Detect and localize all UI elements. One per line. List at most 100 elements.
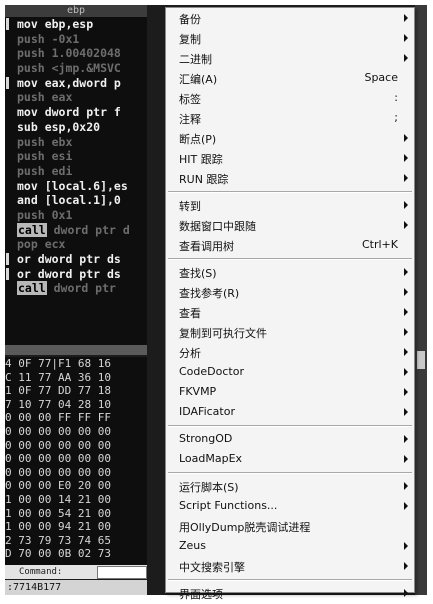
hex-dump-pane[interactable]: 4 0F 77|F1 68 16 C 11 77 AA 36 10 1 0F 77 …	[5, 357, 147, 565]
disassembly-line[interactable]: or dword ptr ds	[5, 267, 147, 282]
hex-dump-row[interactable]: 0 00 00 00 00 00	[5, 452, 147, 466]
hex-dump-row[interactable]: 1 0F 77 DD 77 18	[5, 384, 147, 398]
menu-item[interactable]: 运行脚本(S)	[166, 477, 414, 497]
menu-item[interactable]: 二进制	[166, 49, 414, 69]
disassembly-pane[interactable]: ebp mov ebp,esp push -0x1 push 1.00402048 p…	[5, 5, 147, 345]
disassembly-text: and [local.1],0	[17, 193, 121, 208]
menu-item-label: 分析	[179, 347, 201, 360]
jump-marker-icon	[6, 267, 9, 280]
menu-item[interactable]: 中文搜索引擎	[166, 557, 414, 577]
menu-item-label: HIT 跟踪	[179, 153, 223, 166]
pane-divider[interactable]	[5, 345, 147, 355]
submenu-arrow-icon	[404, 54, 408, 62]
disassembly-line[interactable]: call dword ptr	[5, 281, 147, 296]
menu-item[interactable]: 复制到可执行文件	[166, 323, 414, 343]
submenu-arrow-icon	[404, 455, 408, 463]
submenu-arrow-icon	[404, 502, 408, 510]
disassembly-line[interactable]: call dword ptr d	[5, 222, 147, 238]
menu-item[interactable]: 注释;	[166, 109, 414, 129]
hex-dump-row[interactable]: 1 00 00 94 21 00	[5, 520, 147, 534]
menu-item[interactable]: 转到	[166, 196, 414, 216]
menu-item[interactable]: 查看调用树 Ctrl+K	[166, 236, 414, 256]
hex-dump-row[interactable]: 7 10 77 04 28 10	[5, 398, 147, 412]
menu-item[interactable]: 汇编(A) Space	[166, 69, 414, 89]
hex-dump-row[interactable]: D 70 00 0B 02 73	[5, 547, 147, 561]
disassembly-text: push 0x1	[17, 207, 73, 222]
menu-item-label: CodeDoctor	[179, 365, 244, 378]
menu-item-label: 查找(S)	[179, 267, 217, 280]
menu-item[interactable]: FKVMP	[166, 383, 414, 403]
menu-item[interactable]: 数据窗口中跟随	[166, 216, 414, 236]
scrollbar-thumb[interactable]	[417, 351, 425, 369]
disassembly-line[interactable]: or dword ptr ds	[5, 252, 147, 267]
hex-dump-row[interactable]: 2 73 79 73 74 65	[5, 534, 147, 548]
menu-item-label: 中文搜索引擎	[179, 561, 245, 574]
menu-item[interactable]: 查看	[166, 303, 414, 323]
menu-item[interactable]: HIT 跟踪	[166, 149, 414, 169]
submenu-arrow-icon	[404, 134, 408, 142]
disassembly-line[interactable]: and [local.1],0	[5, 193, 147, 208]
menu-item-label: 断点(P)	[179, 133, 217, 146]
hex-dump-row[interactable]: 1 00 00 14 21 00	[5, 493, 147, 507]
menu-item[interactable]: 查找参考(R)	[166, 283, 414, 303]
hex-dump-row[interactable]: 0 00 00 00 00 00	[5, 425, 147, 439]
menu-item[interactable]: 用OllyDump脱壳调试进程	[166, 517, 414, 537]
menu-item[interactable]: 分析	[166, 343, 414, 363]
menu-item[interactable]: 备份	[166, 9, 414, 29]
hex-dump-row[interactable]: 0 00 00 E0 20 00	[5, 479, 147, 493]
menu-item[interactable]: 查找(S)	[166, 263, 414, 283]
instruction-highlight: call	[17, 281, 47, 296]
disassembly-line[interactable]: push eax	[5, 90, 147, 105]
menu-item[interactable]: 界面选项	[166, 584, 414, 604]
submenu-arrow-icon	[404, 268, 408, 276]
hex-dump-row[interactable]: C 11 77 AA 36 10	[5, 371, 147, 385]
menu-item-shortcut: Space	[364, 71, 398, 84]
submenu-arrow-icon	[404, 154, 408, 162]
disassembly-line[interactable]: push edi	[5, 164, 147, 179]
menu-item[interactable]: 断点(P)	[166, 129, 414, 149]
disassembly-line[interactable]: push esi	[5, 149, 147, 164]
disassembly-text: pop ecx	[17, 237, 66, 252]
menu-item[interactable]: RUN 跟踪	[166, 169, 414, 189]
disassembly-line[interactable]: mov dword ptr f	[5, 105, 147, 120]
disassembly-line[interactable]: push 1.00402048	[5, 46, 147, 61]
disassembly-line[interactable]: mov ebp,esp	[5, 17, 147, 32]
disassembly-text: dword ptr d	[46, 222, 130, 237]
disassembly-text: push 1.00402048	[17, 46, 121, 61]
menu-item[interactable]: LoadMapEx	[166, 450, 414, 470]
menu-item-label: 查找参考(R)	[179, 287, 240, 300]
menu-item[interactable]: 标签:	[166, 89, 414, 109]
hex-dump-row[interactable]: 0 00 00 00 00 00	[5, 439, 147, 453]
menu-item-label: 转到	[179, 200, 201, 213]
menu-item-label: 数据窗口中跟随	[179, 220, 256, 233]
submenu-arrow-icon	[404, 435, 408, 443]
menu-item[interactable]: Script Functions...	[166, 497, 414, 517]
menu-item[interactable]: Zeus	[166, 537, 414, 557]
menu-item[interactable]: CodeDoctor	[166, 363, 414, 383]
disassembly-text: push edi	[17, 163, 73, 178]
vertical-scrollbar[interactable]	[415, 5, 427, 595]
disassembly-line[interactable]: mov [local.6],es	[5, 179, 147, 194]
menu-item[interactable]: IDAFicator	[166, 403, 414, 423]
disassembly-line[interactable]: push -0x1	[5, 32, 147, 47]
disassembly-line[interactable]: pop ecx	[5, 237, 147, 252]
submenu-arrow-icon	[404, 542, 408, 550]
menu-item[interactable]: 复制	[166, 29, 414, 49]
context-menu: 备份复制 二进制 汇编(A) Space 标签: 注释; 断点(P) HIT 跟踪 RUN 跟踪…	[165, 7, 415, 601]
hex-dump-row[interactable]: 4 0F 77|F1 68 16	[5, 357, 147, 371]
disassembly-line[interactable]: push <jmp.&MSVC	[5, 61, 147, 76]
jump-marker-icon	[6, 76, 9, 89]
hex-dump-row[interactable]: 0 00 00 FF FF FF	[5, 411, 147, 425]
disassembly-line[interactable]: mov eax,dword p	[5, 76, 147, 91]
disassembly-text: or dword ptr ds	[17, 252, 121, 266]
disassembly-line[interactable]: push ebx	[5, 135, 147, 150]
disassembly-text: push esi	[17, 149, 73, 164]
menu-item[interactable]: StrongOD	[166, 430, 414, 450]
hex-dump-row[interactable]: 0 00 00 00 00 00	[5, 466, 147, 480]
command-input[interactable]	[97, 566, 147, 579]
hex-dump-row[interactable]: 1 00 00 54 21 00	[5, 507, 147, 521]
disassembly-text: push -0x1	[17, 31, 80, 46]
disassembly-line[interactable]: sub esp,0x20	[5, 120, 147, 135]
menu-item-label: 备份	[179, 13, 201, 26]
disassembly-line[interactable]: push 0x1	[5, 208, 147, 223]
